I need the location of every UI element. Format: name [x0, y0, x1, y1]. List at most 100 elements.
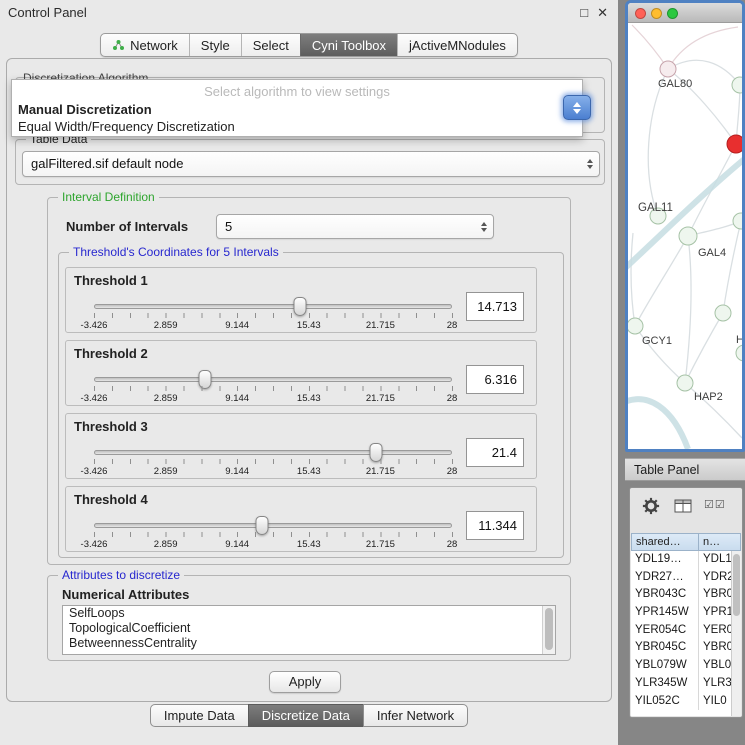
table-row[interactable]: YIL052CYIL0	[631, 693, 741, 711]
node-hap2[interactable]	[677, 375, 693, 391]
node-label-hap2: HAP2	[694, 391, 723, 403]
tab-network[interactable]: Network	[101, 34, 189, 56]
scale-label: 2.859	[154, 466, 178, 477]
network-window-titlebar	[628, 3, 742, 23]
table-data-group: Table Data galFiltered.sif default node	[15, 139, 605, 185]
scale-label: 28	[447, 393, 458, 404]
table-row[interactable]: YPR145WYPR1	[631, 604, 741, 622]
scale-label: 28	[447, 466, 458, 477]
cell-shared-name[interactable]: YBR043C	[631, 586, 699, 604]
table-row[interactable]: YBR045CYBR0	[631, 639, 741, 657]
threshold-2-slider[interactable]	[94, 377, 452, 382]
table-data-combo[interactable]: galFiltered.sif default node	[22, 151, 600, 177]
threshold-4-ticks	[94, 532, 453, 537]
columns-icon[interactable]	[674, 498, 692, 514]
tab-discretize-data[interactable]: Discretize Data	[248, 704, 364, 727]
threshold-4-value-field[interactable]	[466, 511, 524, 540]
threshold-4-slider[interactable]	[94, 523, 452, 528]
table-row[interactable]: YDL19…YDL1	[631, 551, 741, 569]
apply-button[interactable]: Apply	[269, 671, 341, 693]
threshold-1-slider[interactable]	[94, 304, 452, 309]
table-panel-bar[interactable]: Table Panel	[625, 458, 745, 481]
cell-shared-name[interactable]: YBL079W	[631, 657, 699, 675]
cell-shared-name[interactable]: YER054C	[631, 622, 699, 640]
table-row[interactable]: YER054CYER0	[631, 622, 741, 640]
list-scrollbar[interactable]	[542, 606, 555, 654]
control-panel-title: Control Panel	[8, 5, 87, 20]
scale-label: 15.43	[297, 320, 321, 331]
tab-network-label: Network	[130, 38, 178, 53]
threshold-1-box: Threshold 1 -3.426 2.859 9.144 15.43 21.…	[65, 267, 537, 333]
algorithm-option-manual[interactable]: Manual Discretization	[12, 101, 582, 118]
algorithm-combo-stepper[interactable]	[563, 95, 591, 120]
table-scrollbar[interactable]	[731, 551, 741, 716]
list-item[interactable]: BetweennessCentrality	[63, 636, 555, 651]
cell-shared-name[interactable]: YBR045C	[631, 639, 699, 657]
table-row[interactable]: YLR345WYLR3	[631, 675, 741, 693]
tab-cyni-toolbox[interactable]: Cyni Toolbox	[300, 34, 397, 56]
close-window-icon[interactable]: ✕	[597, 5, 608, 21]
node-selected-red[interactable]	[727, 135, 742, 153]
scale-label: 2.859	[154, 393, 178, 404]
zoom-traffic-light-icon[interactable]	[667, 8, 678, 19]
list-scrollbar-thumb[interactable]	[545, 608, 553, 650]
scale-label: 15.43	[297, 466, 321, 477]
table-row[interactable]: YBR043CYBR0	[631, 586, 741, 604]
table-row[interactable]: YBL079WYBL0	[631, 657, 741, 675]
cell-shared-name[interactable]: YDR27…	[631, 569, 699, 587]
close-traffic-light-icon[interactable]	[635, 8, 646, 19]
minimize-traffic-light-icon[interactable]	[651, 8, 662, 19]
tab-infer-network[interactable]: Infer Network	[363, 704, 468, 727]
number-of-intervals-combo[interactable]: 5	[216, 214, 494, 239]
float-window-icon[interactable]: □	[580, 5, 588, 21]
scale-label: -3.426	[81, 320, 108, 331]
list-item[interactable]: TopologicalCoefficient	[63, 621, 555, 636]
node-partial[interactable]	[715, 305, 731, 321]
combo-arrows-icon	[587, 159, 593, 169]
row-select-icons[interactable]: ☑☑	[704, 498, 726, 511]
table-row[interactable]: YDR27…YDR2	[631, 569, 741, 587]
tab-select[interactable]: Select	[241, 34, 300, 56]
algorithm-option-equal-width[interactable]: Equal Width/Frequency Discretization	[12, 118, 582, 135]
scale-label: -3.426	[81, 466, 108, 477]
threshold-3-value-field[interactable]	[466, 438, 524, 467]
threshold-3-label: Threshold 3	[74, 419, 148, 434]
node-partial[interactable]	[732, 77, 742, 93]
node-gcy1[interactable]	[628, 318, 643, 334]
scale-label: 15.43	[297, 539, 321, 550]
numerical-attributes-label: Numerical Attributes	[62, 587, 189, 602]
cell-shared-name[interactable]: YIL052C	[631, 693, 699, 711]
numerical-attributes-list[interactable]: SelfLoops TopologicalCoefficient Between…	[62, 605, 556, 655]
threshold-3-slider[interactable]	[94, 450, 452, 455]
table-panel-title: Table Panel	[634, 463, 699, 477]
combo-arrows-icon	[481, 222, 487, 232]
node-partial[interactable]	[733, 213, 742, 229]
tab-jactivemnodules[interactable]: jActiveMNodules	[397, 34, 517, 56]
threshold-1-value-field[interactable]	[466, 292, 524, 321]
threshold-1-scale: -3.426 2.859 9.144 15.43 21.715 28	[94, 320, 452, 331]
tab-style[interactable]: Style	[189, 34, 241, 56]
cell-shared-name[interactable]: YDL19…	[631, 551, 699, 569]
node-gal4[interactable]	[679, 227, 697, 245]
list-item[interactable]: SelfLoops	[63, 606, 555, 621]
scale-label: 15.43	[297, 393, 321, 404]
screen: Control Panel □ ✕ Network Sty	[0, 0, 745, 745]
scale-label: -3.426	[81, 393, 108, 404]
threshold-4-label: Threshold 4	[74, 492, 148, 507]
column-header-shared-name[interactable]: shared…	[631, 533, 699, 551]
scale-label: 9.144	[225, 320, 249, 331]
tab-impute-data[interactable]: Impute Data	[150, 704, 249, 727]
table-scrollbar-thumb[interactable]	[733, 554, 740, 616]
control-panel-window: Control Panel □ ✕ Network Sty	[0, 0, 618, 745]
cell-shared-name[interactable]: YLR345W	[631, 675, 699, 693]
threshold-2-value-field[interactable]	[466, 365, 524, 394]
cell-shared-name[interactable]: YPR145W	[631, 604, 699, 622]
node-gal80[interactable]	[660, 61, 676, 77]
threshold-3-ticks	[94, 459, 453, 464]
node-partial[interactable]	[736, 345, 742, 361]
node-label-gal80: GAL80	[658, 78, 692, 90]
thresholds-coordinates-group: Threshold's Coordinates for 5 Intervals …	[58, 252, 564, 558]
network-canvas[interactable]: GAL80 GAL11 GAL4 GCY1 HAP2 H	[628, 23, 742, 449]
column-header-name[interactable]: n…	[699, 533, 741, 551]
gear-icon[interactable]	[642, 497, 660, 515]
